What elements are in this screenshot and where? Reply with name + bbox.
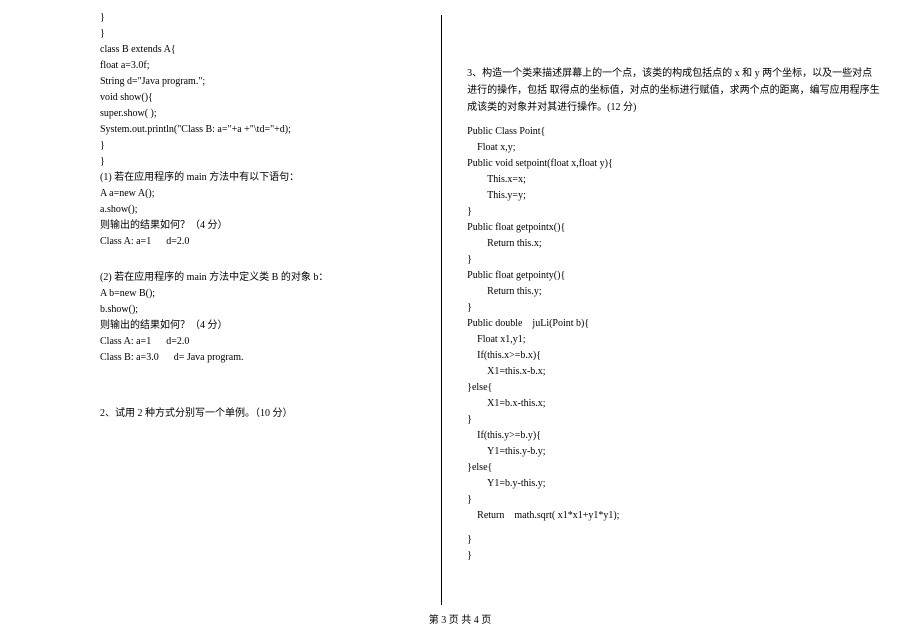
right-column: 3、构造一个类来描述屏幕上的一个点，该类的构成包括点的 x 和 y 两个坐标，以… bbox=[442, 10, 920, 605]
page-container: } } class B extends A{ float a=3.0f; Str… bbox=[0, 0, 920, 605]
code-line: } bbox=[100, 154, 426, 170]
code-line: float a=3.0f; bbox=[100, 58, 426, 74]
code-line: Return this.y; bbox=[467, 284, 880, 300]
code-line: } bbox=[467, 412, 880, 428]
question-text: 则输出的结果如何？（4 分） bbox=[100, 318, 426, 334]
spacer bbox=[467, 524, 880, 532]
spacer bbox=[100, 366, 426, 406]
code-line: Float x1,y1; bbox=[467, 332, 880, 348]
code-line: Y1=this.y-b.y; bbox=[467, 444, 880, 460]
code-line: }else{ bbox=[467, 380, 880, 396]
code-line: b.show(); bbox=[100, 302, 426, 318]
code-line: X1=this.x-b.x; bbox=[467, 364, 880, 380]
code-line: String d="Java program."; bbox=[100, 74, 426, 90]
code-line: Public float getpointx(){ bbox=[467, 220, 880, 236]
code-line: X1=b.x-this.x; bbox=[467, 396, 880, 412]
answer-line: Class B: a=3.0 d= Java program. bbox=[100, 350, 426, 366]
code-line: A b=new B(); bbox=[100, 286, 426, 302]
code-line: Public void setpoint(float x,float y){ bbox=[467, 156, 880, 172]
code-line: class B extends A{ bbox=[100, 42, 426, 58]
left-column: } } class B extends A{ float a=3.0f; Str… bbox=[0, 10, 441, 605]
code-line: } bbox=[467, 548, 880, 564]
code-line: } bbox=[467, 204, 880, 220]
question-1-text: (1) 若在应用程序的 main 方法中有以下语句： bbox=[100, 170, 426, 186]
code-line: Y1=b.y-this.y; bbox=[467, 476, 880, 492]
question-2-text: (2) 若在应用程序的 main 方法中定义类 B 的对象 b： bbox=[100, 270, 426, 286]
code-line: Return math.sqrt( x1*x1+y1*y1); bbox=[467, 508, 880, 524]
code-line: If(this.y>=b.y){ bbox=[467, 428, 880, 444]
page-footer: 第 3 页 共 4 页 bbox=[0, 611, 920, 626]
code-line: void show(){ bbox=[100, 90, 426, 106]
code-line: This.x=x; bbox=[467, 172, 880, 188]
answer-line: Class A: a=1 d=2.0 bbox=[100, 334, 426, 350]
code-line: } bbox=[100, 26, 426, 42]
answer-line: Class A: a=1 d=2.0 bbox=[100, 234, 426, 250]
code-line: } bbox=[467, 532, 880, 548]
question-3-text: 2、试用 2 种方式分别写一个单例。（10 分） bbox=[100, 406, 426, 422]
code-line: Public float getpointy(){ bbox=[467, 268, 880, 284]
spacer bbox=[100, 250, 426, 270]
code-line: } bbox=[467, 252, 880, 268]
code-line: A a=new A(); bbox=[100, 186, 426, 202]
code-line: Public double juLi(Point b){ bbox=[467, 316, 880, 332]
code-line: } bbox=[100, 138, 426, 154]
question-text: 则输出的结果如何？（4 分） bbox=[100, 218, 426, 234]
code-line: super.show( ); bbox=[100, 106, 426, 122]
code-line: Public Class Point{ bbox=[467, 124, 880, 140]
code-line: This.y=y; bbox=[467, 188, 880, 204]
code-line: }else{ bbox=[467, 460, 880, 476]
code-line: Return this.x; bbox=[467, 236, 880, 252]
code-line: } bbox=[467, 492, 880, 508]
code-line: If(this.x>=b.x){ bbox=[467, 348, 880, 364]
code-line: a.show(); bbox=[100, 202, 426, 218]
code-line: System.out.println("Class B: a="+a +"\td… bbox=[100, 122, 426, 138]
spacer bbox=[467, 116, 880, 124]
code-line: } bbox=[100, 10, 426, 26]
question-text: 3、构造一个类来描述屏幕上的一个点，该类的构成包括点的 x 和 y 两个坐标，以… bbox=[467, 65, 880, 116]
code-line: Float x,y; bbox=[467, 140, 880, 156]
code-line: } bbox=[467, 300, 880, 316]
